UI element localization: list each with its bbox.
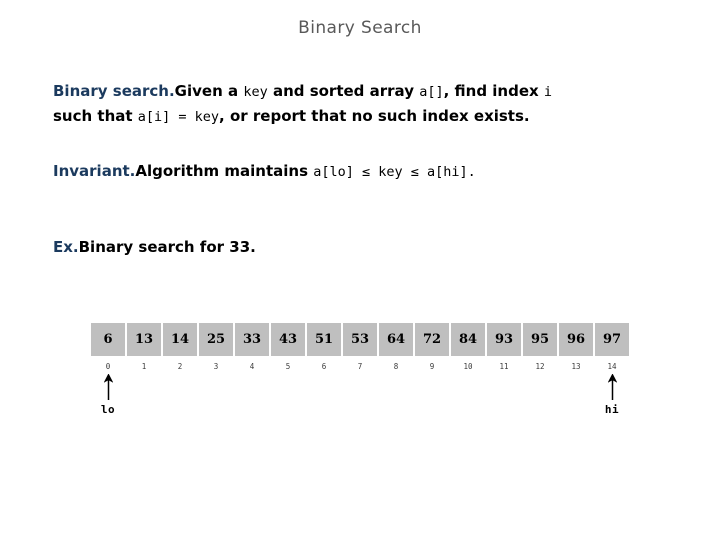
definition-text-5: , or report that no such index exists. [219,107,530,125]
array-cell: 84 [451,323,485,356]
array-index-label: 4 [249,362,255,371]
definition-lead: Binary search. [53,82,175,100]
array-index-label: 9 [429,362,435,371]
array-cell: 96 [559,323,593,356]
invariant-lead: Invariant. [53,162,136,180]
up-arrow-icon [607,374,617,400]
array-cell: 64 [379,323,413,356]
up-arrow-icon [103,374,113,400]
pointer-hi-label: hi [604,403,620,416]
array-cell: 25 [199,323,233,356]
pointer-lo: lo [91,374,125,416]
array-index-label: 10 [463,362,473,371]
array-cell: 53 [343,323,377,356]
definition-code-key: key [243,84,268,100]
definition-code-index: i [543,84,553,100]
definition-text-2: and sorted array [267,82,420,100]
definition-text-3: , find index [443,82,544,100]
example-lead: Ex. [53,238,79,256]
invariant-paragraph: Invariant.Algorithm maintains a[lo] ≤ ke… [53,159,476,184]
definition-code-condition: a[i] = key [137,109,220,125]
array-cell: 14 [163,323,197,356]
array-index-label: 2 [177,362,183,371]
invariant-text: Algorithm maintains [135,162,314,180]
array-index-label: 5 [285,362,291,371]
definition-code-array: a[] [419,84,444,100]
array-index-label: 1 [141,362,147,371]
array-index-label: 14 [607,362,617,371]
array-index-label: 13 [571,362,581,371]
array-cell: 97 [595,323,629,356]
definition-paragraph: Binary search.Given a key and sorted arr… [53,79,552,129]
array-index-label: 12 [535,362,545,371]
array-cell: 13 [127,323,161,356]
definition-line-1: Binary search.Given a key and sorted arr… [53,79,552,104]
definition-text-4: such that [53,107,138,125]
array-index-label: 3 [213,362,219,371]
definition-text-1: Given a [174,82,244,100]
array-figure: 6 13 14 25 33 43 51 53 64 72 84 93 95 96 97 0123456789… [91,323,631,428]
pointer-lo-label: lo [100,403,116,416]
array-cell: 51 [307,323,341,356]
definition-line-2: such that a[i] = key, or report that no … [53,104,552,129]
pointer-hi: hi [595,374,629,416]
array-cell: 95 [523,323,557,356]
array-index-label: 0 [105,362,111,371]
array-cell: 43 [271,323,305,356]
invariant-code: a[lo] ≤ key ≤ a[hi]. [313,164,476,180]
array-index-label: 7 [357,362,363,371]
array-indices-row: 0 1 2 3 4 5 6 7 8 9 10 11 12 13 14 [91,362,631,374]
array-cell: 93 [487,323,521,356]
array-cell: 33 [235,323,269,356]
array-index-label: 6 [321,362,327,371]
example-text: Binary search for 33. [78,238,256,256]
array-cells-row: 6 13 14 25 33 43 51 53 64 72 84 93 95 96 97 [91,323,631,356]
array-index-label: 11 [499,362,509,371]
array-cell: 6 [91,323,125,356]
example-paragraph: Ex.Binary search for 33. [53,235,256,259]
array-cell: 72 [415,323,449,356]
page-title: Binary Search [298,18,422,38]
array-index-label: 8 [393,362,399,371]
